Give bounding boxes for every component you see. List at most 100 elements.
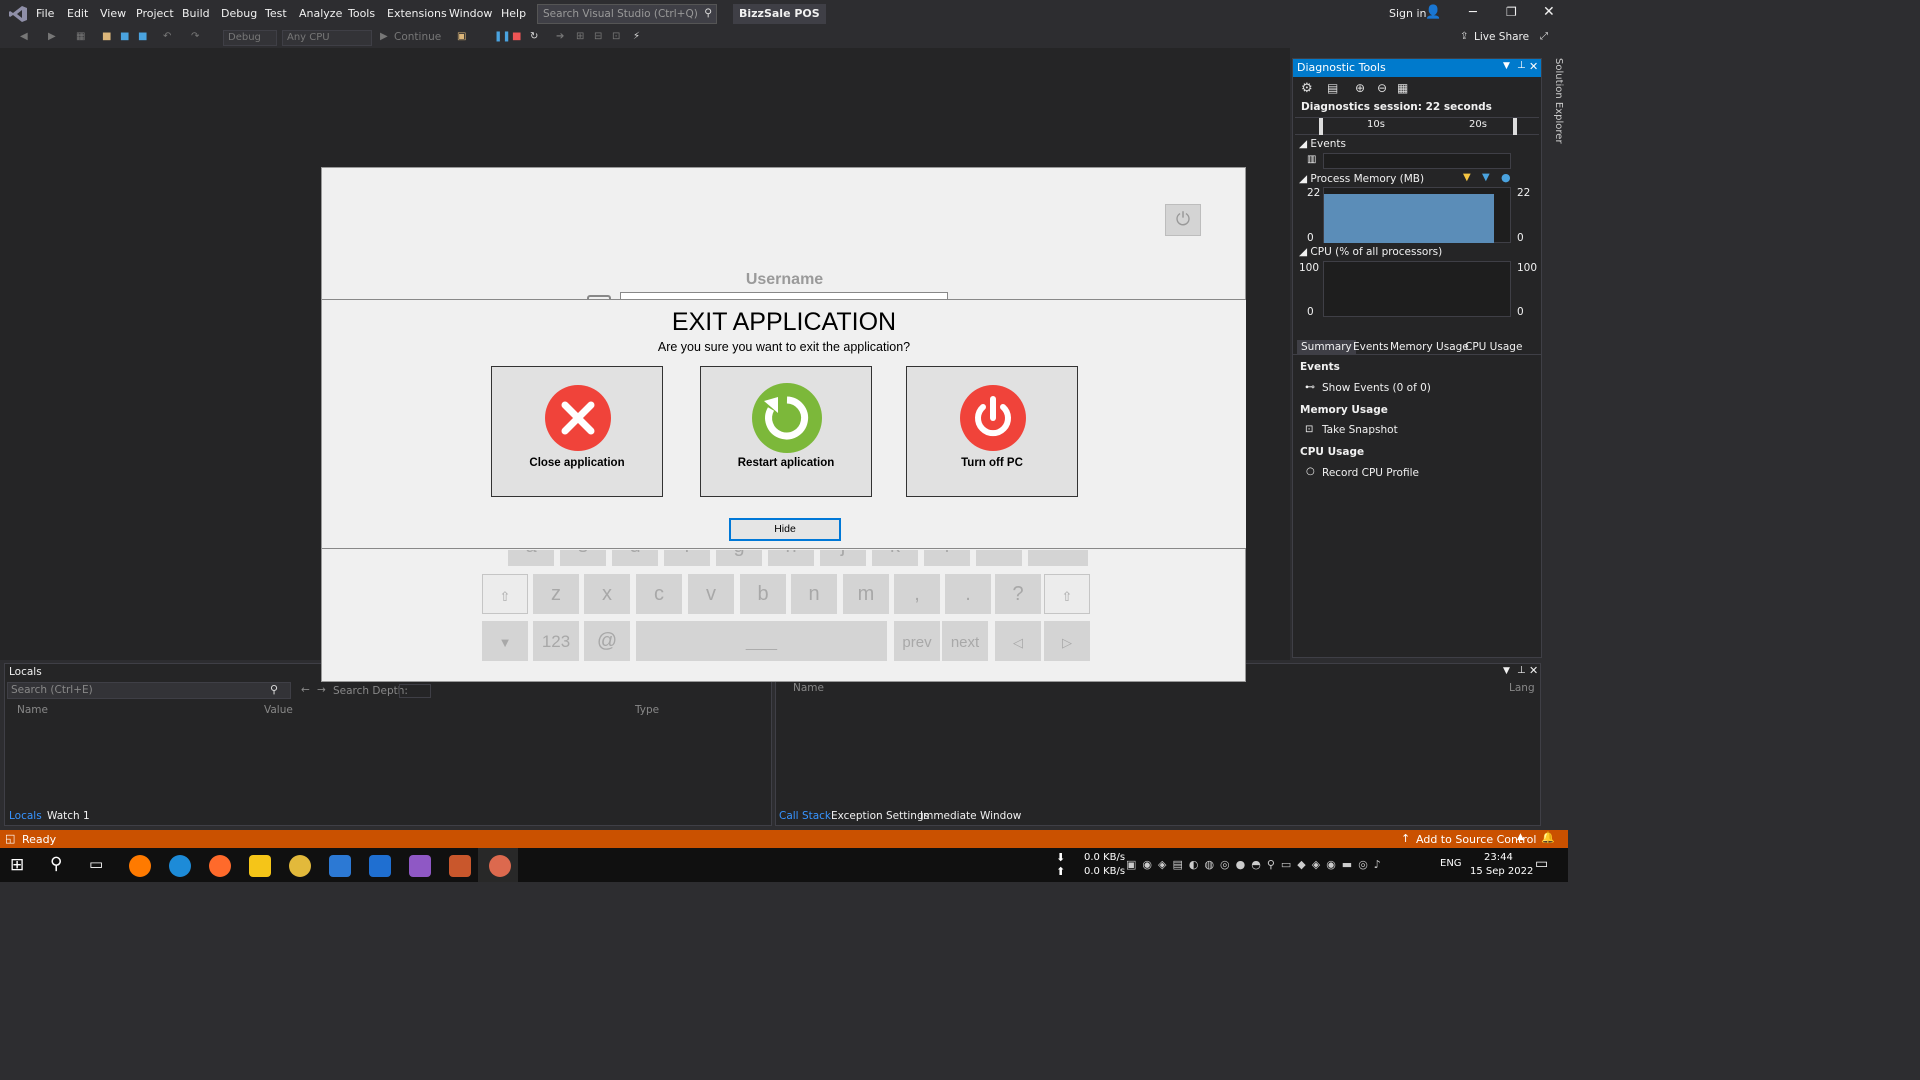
notifications-icon[interactable]: 🔔 — [1541, 831, 1555, 844]
key-g[interactable]: g — [716, 550, 762, 566]
key-j[interactable]: j — [820, 550, 866, 566]
process-icon[interactable]: ▣ — [457, 31, 469, 43]
callstack-dropdown-icon[interactable]: ▼ — [1503, 666, 1510, 676]
power-button[interactable]: ⏻ — [1165, 204, 1201, 236]
platform-select[interactable]: Any CPU — [282, 30, 372, 46]
live-share-button[interactable]: Live Share — [1474, 31, 1529, 43]
save-all-icon[interactable]: ■ — [138, 31, 150, 43]
search-forward-icon[interactable]: → — [317, 684, 326, 696]
key-123[interactable]: 123 — [533, 621, 579, 661]
close-application-button[interactable]: Close application — [491, 366, 663, 497]
locals-search-input[interactable]: Search (Ctrl+E) ⚲ — [7, 682, 291, 699]
continue-icon[interactable]: ▶ — [380, 31, 392, 43]
restart-application-button[interactable]: Restart aplication — [700, 366, 872, 497]
key-m[interactable]: m — [843, 574, 889, 614]
key-k[interactable]: k — [872, 550, 918, 566]
locals-col-value[interactable]: Value — [264, 704, 293, 716]
key-shift-right[interactable]: ⇧ — [1044, 574, 1090, 614]
key-d[interactable]: d — [612, 550, 658, 566]
events-section-label[interactable]: ◢ Events — [1299, 138, 1346, 150]
account-icon[interactable]: 👤 — [1425, 5, 1441, 20]
menu-help[interactable]: Help — [501, 7, 526, 20]
callstack-close-icon[interactable]: ✕ — [1529, 664, 1538, 677]
key-enter[interactable] — [1028, 550, 1088, 566]
key-at[interactable]: @ — [584, 621, 630, 661]
continue-button[interactable]: Continue — [394, 31, 441, 43]
menu-project[interactable]: Project — [136, 7, 174, 20]
restart-icon[interactable]: ↻ — [530, 31, 542, 43]
key-next[interactable]: next — [942, 621, 988, 661]
tab-locals[interactable]: Locals — [9, 810, 42, 822]
solution-explorer-tab[interactable]: Solution Explorer — [1546, 58, 1564, 148]
language-indicator[interactable]: ENG — [1440, 858, 1462, 869]
timeline-end-handle[interactable] — [1513, 118, 1517, 135]
key-hide-keyboard[interactable]: ▼ — [482, 621, 528, 661]
timeline-start-handle[interactable] — [1319, 118, 1323, 135]
search-depth-select[interactable] — [399, 684, 431, 698]
key-b[interactable]: b — [740, 574, 786, 614]
firefox-icon[interactable] — [209, 855, 231, 877]
key-v[interactable]: v — [688, 574, 734, 614]
key-f[interactable]: f — [664, 550, 710, 566]
pause-icon[interactable]: ❚❚ — [494, 31, 511, 43]
reset-view-icon[interactable]: ▦ — [1397, 81, 1408, 95]
tab-cpu-usage[interactable]: CPU Usage — [1465, 341, 1522, 353]
key-period[interactable]: . — [945, 574, 991, 614]
clock-time[interactable]: 23:44 — [1484, 852, 1513, 863]
sign-in-link[interactable]: Sign in — [1389, 7, 1427, 20]
tab-call-stack[interactable]: Call Stack — [779, 810, 831, 822]
feedback-icon[interactable]: ⤢ — [1540, 31, 1552, 43]
key-x[interactable]: x — [584, 574, 630, 614]
task-view-icon[interactable]: ▭ — [89, 855, 103, 873]
forward-icon[interactable]: ▶ — [48, 31, 60, 43]
events-pause-icon[interactable]: ▥ — [1307, 154, 1316, 165]
back-icon[interactable]: ◀ — [20, 31, 32, 43]
winforms-app-icon[interactable] — [449, 855, 471, 877]
config-select[interactable]: Debug — [223, 30, 277, 46]
key-question[interactable]: ? — [995, 574, 1041, 614]
search-input[interactable]: Search Visual Studio (Ctrl+Q) ⚲ — [537, 4, 717, 24]
close-panel-icon[interactable]: ✕ — [1529, 60, 1538, 73]
pin-icon[interactable]: ⊥ — [1517, 60, 1526, 71]
menu-file[interactable]: File — [36, 7, 54, 20]
visual-studio-taskbar-icon[interactable] — [409, 855, 431, 877]
key-a[interactable]: a — [508, 550, 554, 566]
close-window-icon[interactable]: ✕ — [1543, 4, 1555, 20]
key-space[interactable]: ____ — [636, 621, 887, 661]
undo-icon[interactable]: ↶ — [163, 31, 175, 43]
restore-icon[interactable]: ❐ — [1506, 5, 1517, 19]
show-next-statement-icon[interactable]: ➔ — [556, 31, 568, 43]
menu-window[interactable]: Window — [449, 7, 492, 20]
take-snapshot-link[interactable]: Take Snapshot — [1322, 424, 1398, 436]
new-item-icon[interactable]: ▦ — [76, 31, 88, 43]
menu-analyze[interactable]: Analyze — [299, 7, 342, 20]
search-taskbar-icon[interactable]: ⚲ — [50, 854, 62, 874]
menu-extensions[interactable]: Extensions — [387, 7, 447, 20]
key-shift-left[interactable]: ⇧ — [482, 574, 528, 614]
locals-col-name[interactable]: Name — [17, 704, 48, 716]
step-over-icon[interactable]: ⊟ — [594, 31, 606, 43]
hot-reload-icon[interactable]: ⚡ — [633, 31, 645, 43]
stop-icon[interactable]: ■ — [512, 31, 524, 43]
store-icon[interactable] — [329, 855, 351, 877]
menu-test[interactable]: Test — [265, 7, 287, 20]
action-center-icon[interactable]: ▭ — [1535, 856, 1548, 872]
tab-memory-usage[interactable]: Memory Usage — [1390, 341, 1469, 353]
search-back-icon[interactable]: ← — [301, 684, 310, 696]
callstack-pin-icon[interactable]: ⊥ — [1517, 665, 1526, 676]
menu-debug[interactable]: Debug — [221, 7, 257, 20]
callstack-col-lang[interactable]: Lang — [1509, 682, 1535, 694]
memory-section-label[interactable]: ◢ Process Memory (MB) — [1299, 173, 1424, 185]
settings-icon[interactable]: ⚙ — [1301, 81, 1313, 96]
select-tools-icon[interactable]: ▤ — [1327, 81, 1338, 95]
menu-build[interactable]: Build — [182, 7, 210, 20]
cpu-section-label[interactable]: ◢ CPU (% of all processors) — [1299, 246, 1442, 258]
key-z[interactable]: z — [533, 574, 579, 614]
zoom-out-icon[interactable]: ⊖ — [1377, 81, 1387, 95]
key-s[interactable]: s — [560, 550, 606, 566]
chrome-icon[interactable] — [289, 855, 311, 877]
key-comma[interactable]: , — [894, 574, 940, 614]
file-explorer-icon[interactable] — [249, 855, 271, 877]
hide-button[interactable]: Hide — [729, 518, 841, 541]
menu-view[interactable]: View — [100, 7, 126, 20]
